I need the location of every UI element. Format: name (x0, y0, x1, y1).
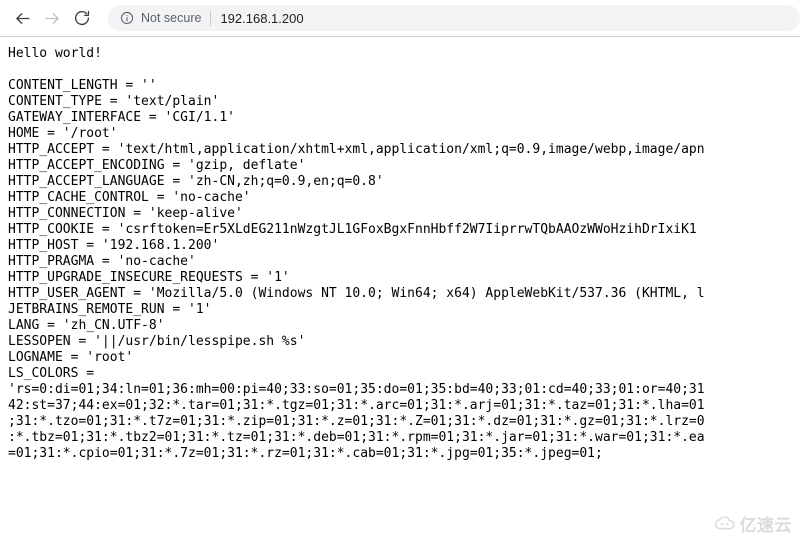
address-bar[interactable]: Not secure 192.168.1.200 (108, 5, 800, 31)
browser-toolbar: Not secure 192.168.1.200 (0, 0, 800, 37)
plaintext-response-body: Hello world! CONTENT_LENGTH = '' CONTENT… (8, 46, 705, 461)
url-text[interactable]: 192.168.1.200 (220, 11, 303, 26)
security-status-label: Not secure (141, 11, 202, 25)
reload-button[interactable] (68, 4, 96, 32)
back-button[interactable] (8, 4, 36, 32)
forward-arrow-icon (43, 9, 62, 28)
info-circle-icon[interactable] (120, 11, 134, 25)
page-content: Hello world! CONTENT_LENGTH = '' CONTENT… (0, 38, 800, 540)
back-arrow-icon (13, 9, 32, 28)
forward-button[interactable] (38, 4, 66, 32)
reload-icon (73, 9, 91, 27)
omnibox-divider (210, 10, 212, 26)
